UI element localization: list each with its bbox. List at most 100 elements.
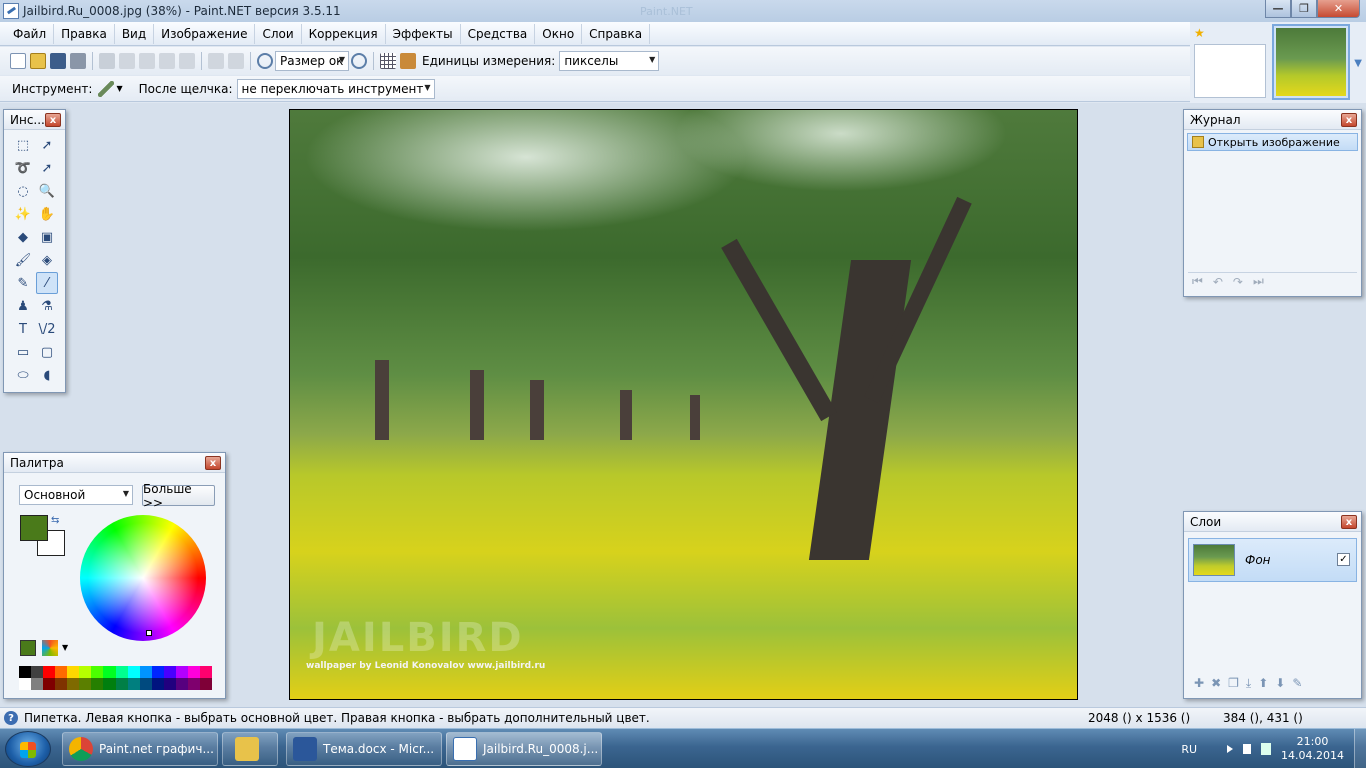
- fast-forward-icon[interactable]: ⏭: [1253, 274, 1264, 289]
- ellipse-select-tool-icon[interactable]: ◌: [12, 180, 34, 202]
- palette-swatch[interactable]: [79, 678, 92, 690]
- paint-bucket-tool-icon[interactable]: ◆: [12, 226, 34, 248]
- menu-window[interactable]: Окно: [535, 23, 583, 44]
- menu-layers[interactable]: Слои: [255, 23, 302, 44]
- color-picker-tool-icon[interactable]: ⁄: [36, 272, 58, 294]
- freeform-shape-tool-icon[interactable]: ◖: [36, 364, 58, 386]
- language-indicator[interactable]: RU: [1181, 743, 1197, 756]
- image-tab-blank[interactable]: [1194, 44, 1266, 98]
- crop-icon[interactable]: [159, 53, 175, 69]
- palette-swatch[interactable]: [91, 666, 104, 678]
- lasso-select-tool-icon[interactable]: ➰: [12, 157, 34, 179]
- move-layer-down-icon[interactable]: ⬇: [1275, 676, 1285, 690]
- palette-swatch[interactable]: [67, 666, 80, 678]
- move-selected-tool-icon[interactable]: ➚: [36, 157, 58, 179]
- palette-swatch[interactable]: [103, 678, 116, 690]
- chevron-down-icon[interactable]: ▼: [62, 643, 68, 652]
- pan-tool-icon[interactable]: ✋: [36, 203, 58, 225]
- magic-wand-tool-icon[interactable]: ✨: [12, 203, 34, 225]
- eraser-tool-icon[interactable]: ◈: [36, 249, 58, 271]
- maximize-button[interactable]: ❐: [1291, 0, 1317, 18]
- print-icon[interactable]: [70, 53, 86, 69]
- palette-swatch[interactable]: [199, 678, 212, 690]
- recolor-tool-icon[interactable]: ⚗: [36, 295, 58, 317]
- palette-swatch[interactable]: [199, 666, 212, 678]
- zoom-out-icon[interactable]: [257, 53, 273, 69]
- image-canvas[interactable]: JAILBIRD wallpaper by Leonid Konovalov w…: [289, 109, 1078, 700]
- save-icon[interactable]: [50, 53, 66, 69]
- rewind-icon[interactable]: ⏮: [1192, 274, 1203, 289]
- paintbrush-tool-icon[interactable]: 🖌: [12, 249, 34, 271]
- move-layer-up-icon[interactable]: ⬆: [1258, 676, 1268, 690]
- pencil-tool-icon[interactable]: ✎: [12, 272, 34, 294]
- delete-layer-icon[interactable]: ✖: [1211, 676, 1221, 690]
- palette-swatch[interactable]: [151, 678, 164, 690]
- palette-swatch[interactable]: [187, 678, 200, 690]
- palette-swatch[interactable]: [115, 666, 128, 678]
- start-button[interactable]: [5, 731, 51, 767]
- gradient-tool-icon[interactable]: ▣: [36, 226, 58, 248]
- add-layer-icon[interactable]: ✚: [1194, 676, 1204, 690]
- zoom-combo[interactable]: Размер ок ▼: [275, 51, 349, 71]
- close-icon[interactable]: x: [1341, 515, 1357, 529]
- minimize-button[interactable]: —: [1265, 0, 1291, 18]
- chevron-down-icon[interactable]: ▼: [116, 84, 122, 93]
- palette-menu-icon[interactable]: [42, 640, 58, 656]
- new-file-icon[interactable]: [10, 53, 26, 69]
- menu-image[interactable]: Изображение: [154, 23, 256, 44]
- merge-layer-down-icon[interactable]: ⤓: [1246, 676, 1251, 691]
- ellipse-tool-icon[interactable]: ⬭: [12, 364, 34, 386]
- palette-swatch[interactable]: [31, 666, 44, 678]
- palette-swatch[interactable]: [187, 666, 200, 678]
- menu-utilities[interactable]: Средства: [461, 23, 536, 44]
- palette-swatch[interactable]: [55, 666, 68, 678]
- undo-icon[interactable]: [208, 53, 224, 69]
- move-selection-tool-icon[interactable]: ➚: [36, 134, 58, 156]
- layer-properties-icon[interactable]: ✎: [1292, 676, 1302, 690]
- rect-select-tool-icon[interactable]: ⬚: [12, 134, 34, 156]
- zoom-tool-icon[interactable]: 🔍: [36, 180, 58, 202]
- text-tool-icon[interactable]: T: [12, 318, 34, 340]
- palette-swatch[interactable]: [43, 666, 56, 678]
- menu-file[interactable]: Файл: [6, 23, 55, 44]
- close-button[interactable]: ✕: [1317, 0, 1360, 18]
- tabs-scroll-icon[interactable]: ▼: [1354, 58, 1362, 69]
- clock[interactable]: 21:00 14.04.2014: [1281, 735, 1344, 763]
- taskbar-item-explorer[interactable]: [222, 732, 278, 766]
- line-curve-tool-icon[interactable]: \/2: [36, 318, 58, 340]
- palette-swatch[interactable]: [115, 678, 128, 690]
- redo-icon[interactable]: ↷: [1233, 275, 1243, 289]
- close-icon[interactable]: x: [205, 456, 221, 470]
- open-file-icon[interactable]: [30, 53, 46, 69]
- palette-swatch[interactable]: [19, 666, 32, 678]
- palette-swatch[interactable]: [43, 678, 56, 690]
- taskbar-item-paintnet[interactable]: Jailbird.Ru_0008.j...: [446, 732, 602, 766]
- palette-swatch[interactable]: [163, 666, 176, 678]
- duplicate-layer-icon[interactable]: ❐: [1228, 676, 1239, 690]
- palette-swatch[interactable]: [175, 678, 188, 690]
- palette-swatch[interactable]: [19, 678, 32, 690]
- taskbar-item-chrome[interactable]: Paint.net графич...: [62, 732, 218, 766]
- menu-effects[interactable]: Эффекты: [386, 23, 461, 44]
- rounded-rectangle-tool-icon[interactable]: ▢: [36, 341, 58, 363]
- copy-icon[interactable]: [119, 53, 135, 69]
- color-picker-tool-icon[interactable]: [98, 80, 115, 97]
- redo-icon[interactable]: [228, 53, 244, 69]
- color-wheel[interactable]: [80, 515, 206, 641]
- palette-mode-combo[interactable]: Основной ▼: [19, 485, 133, 505]
- image-tab-jailbird[interactable]: [1272, 24, 1350, 100]
- palette-swatch[interactable]: [79, 666, 92, 678]
- palette-swatch[interactable]: [139, 678, 152, 690]
- palette-swatch[interactable]: [67, 678, 80, 690]
- show-hidden-icons-icon[interactable]: [1227, 745, 1234, 753]
- layer-visibility-checkbox[interactable]: ✓: [1337, 553, 1350, 566]
- volume-icon[interactable]: [1243, 744, 1252, 754]
- taskbar-item-word[interactable]: Тема.docx - Micr...: [286, 732, 442, 766]
- clone-stamp-tool-icon[interactable]: ♟: [12, 295, 34, 317]
- after-click-combo[interactable]: не переключать инструмент ▼: [236, 78, 435, 99]
- palette-swatch[interactable]: [139, 666, 152, 678]
- palette-swatch[interactable]: [175, 666, 188, 678]
- close-icon[interactable]: x: [45, 113, 61, 127]
- zoom-in-icon[interactable]: [351, 53, 367, 69]
- add-color-icon[interactable]: [20, 640, 36, 656]
